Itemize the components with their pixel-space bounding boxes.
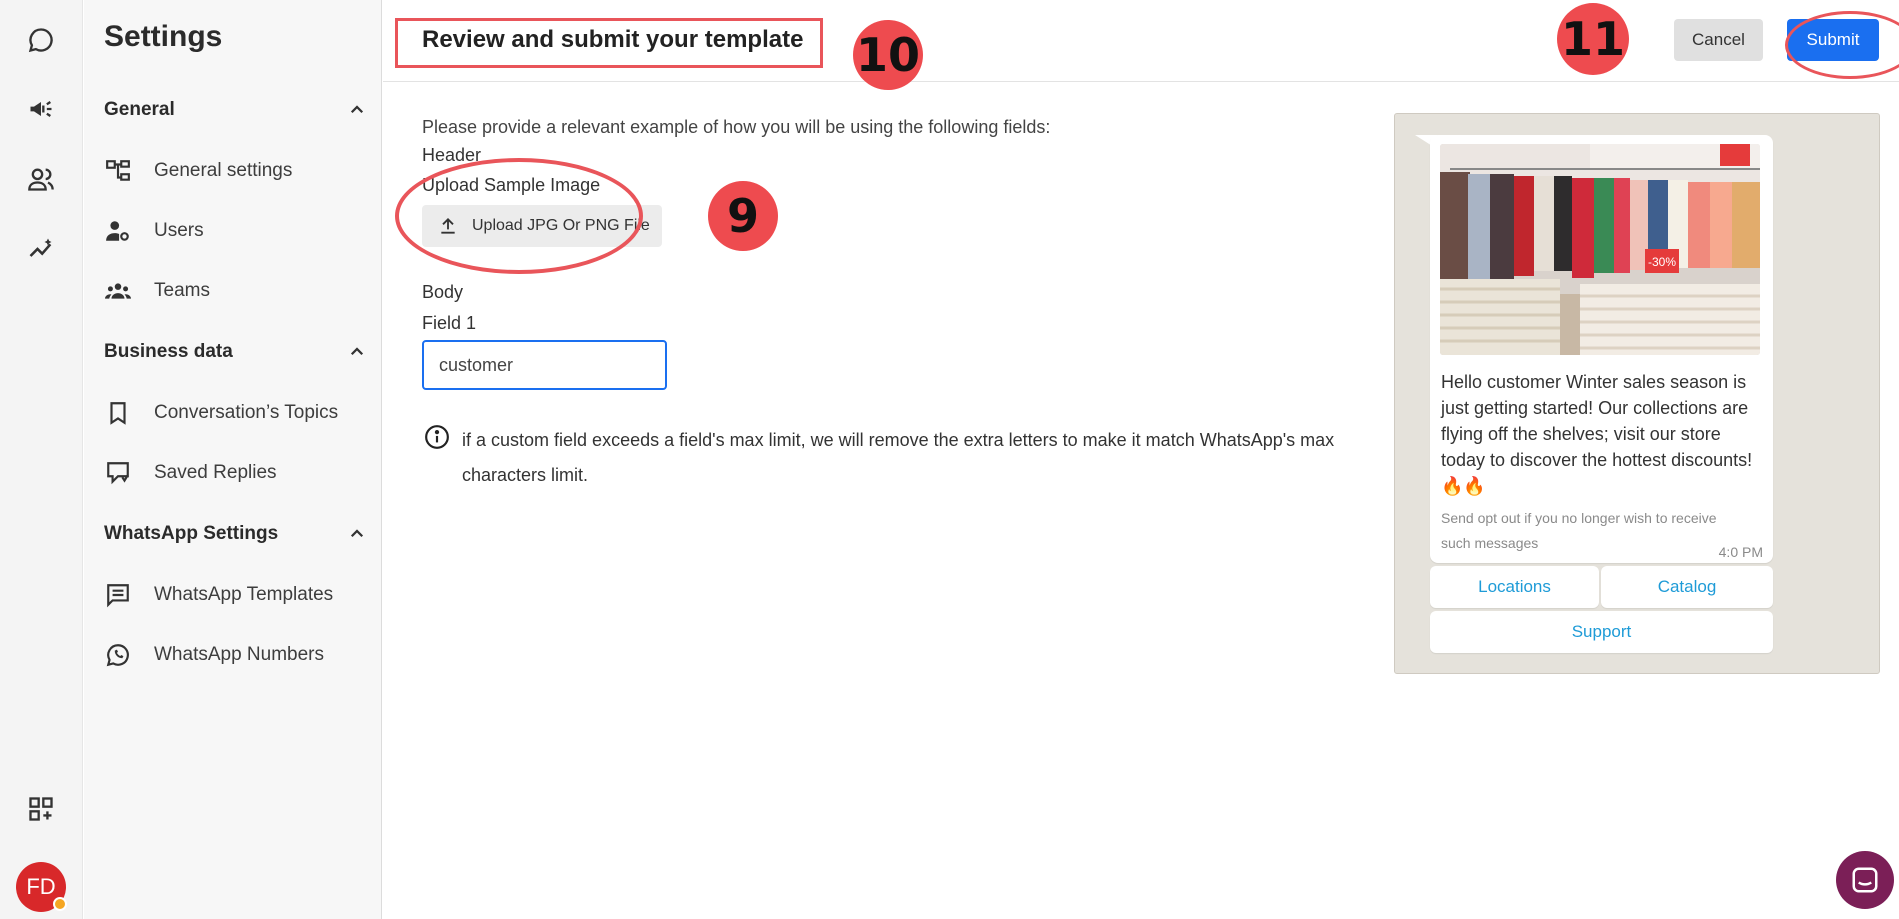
chevron-up-icon: [350, 105, 364, 114]
annotation-badge-11: 11: [1557, 3, 1629, 75]
quick-reply-support[interactable]: Support: [1430, 611, 1773, 653]
message-body: Hello customer Winter sales season is ju…: [1441, 372, 1753, 496]
sidebar-item-conversation-topics[interactable]: Conversation’s Topics: [104, 393, 366, 433]
sale-tag: -30%: [1648, 255, 1676, 269]
sidebar-item-label: Conversation’s Topics: [154, 402, 339, 423]
sidebar-item-label: WhatsApp Numbers: [154, 644, 325, 665]
chevron-up-icon: [350, 347, 364, 356]
sidebar-item-whatsapp-templates[interactable]: WhatsApp Templates: [104, 575, 366, 615]
status-dot: [53, 897, 67, 911]
bookmark-icon: [104, 399, 132, 427]
annotation-ellipse-upload: [395, 158, 643, 274]
sidebar-item-teams[interactable]: Teams: [104, 271, 366, 311]
megaphone-icon[interactable]: [22, 90, 60, 128]
section-label: General: [104, 99, 175, 120]
annotation-box-title: [395, 18, 823, 68]
icon-rail: FD: [0, 0, 83, 919]
message-lines-icon: [104, 581, 132, 609]
sidebar-item-label: Teams: [154, 280, 210, 301]
intro-text: Please provide a relevant example of how…: [422, 117, 1051, 137]
sidebar-item-whatsapp-numbers[interactable]: WhatsApp Numbers: [104, 635, 366, 675]
avatar-initials: FD: [26, 874, 56, 899]
apps-add-icon[interactable]: [22, 790, 60, 828]
message-preview: -30% Hello customer Winter sales season …: [1394, 113, 1880, 674]
message-footer: Send opt out if you no longer wish to re…: [1441, 510, 1717, 551]
sidebar-item-users[interactable]: Users: [104, 211, 366, 251]
field1-label: Field 1: [422, 313, 477, 333]
user-gear-icon: [104, 217, 132, 245]
whatsapp-icon: [104, 641, 132, 669]
analytics-icon[interactable]: [22, 230, 60, 268]
section-business-data-header[interactable]: Business data: [104, 337, 366, 367]
message-bubble: -30% Hello customer Winter sales season …: [1430, 135, 1773, 563]
team-icon: [104, 277, 132, 305]
sidebar-item-saved-replies[interactable]: Saved Replies: [104, 453, 366, 493]
saved-reply-icon: [104, 459, 132, 487]
quick-reply-locations[interactable]: Locations: [1430, 566, 1599, 608]
contacts-icon[interactable]: [22, 160, 60, 198]
section-label: Business data: [104, 341, 233, 362]
field1-input[interactable]: [422, 340, 667, 390]
settings-sidebar: Settings General General settings Users …: [84, 0, 382, 919]
quick-reply-catalog[interactable]: Catalog: [1601, 566, 1773, 608]
sidebar-item-label: General settings: [154, 160, 293, 181]
chat-widget-button[interactable]: [1836, 851, 1894, 909]
hierarchy-icon: [104, 157, 132, 185]
cancel-button[interactable]: Cancel: [1674, 19, 1763, 61]
section-whatsapp-settings-header[interactable]: WhatsApp Settings: [104, 519, 366, 549]
section-label: WhatsApp Settings: [104, 523, 279, 544]
chevron-up-icon: [350, 529, 364, 538]
sidebar-item-label: Users: [154, 220, 204, 241]
sidebar-item-label: WhatsApp Templates: [154, 584, 334, 605]
header-image: -30%: [1440, 144, 1760, 355]
message-time: 4:0 PM: [1718, 544, 1763, 560]
chat-bubble-icon[interactable]: [22, 21, 60, 59]
annotation-badge-10: 10: [853, 20, 923, 90]
sidebar-title: Settings: [104, 20, 223, 53]
body-label: Body: [422, 282, 464, 302]
info-icon: [425, 425, 449, 449]
section-general-header[interactable]: General: [104, 95, 366, 125]
limit-note: if a custom field exceeds a field's max …: [462, 430, 1335, 485]
avatar[interactable]: FD: [16, 862, 67, 912]
annotation-badge-9: 9: [708, 181, 778, 251]
chat-widget-icon: [1852, 867, 1878, 893]
sidebar-item-label: Saved Replies: [154, 462, 277, 483]
sidebar-item-general-settings[interactable]: General settings: [104, 151, 366, 191]
